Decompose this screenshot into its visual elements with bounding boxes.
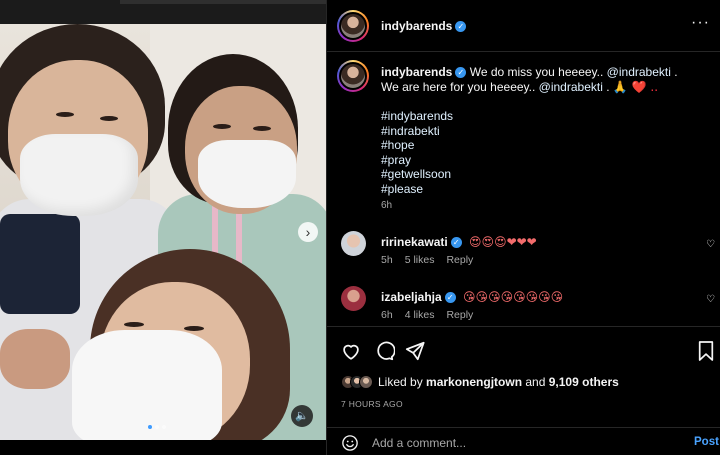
post-comment-button[interactable]: Post bbox=[694, 436, 719, 448]
comment-text: ririnekawati ✓ 😍😍😍❤❤❤ bbox=[381, 235, 537, 249]
post-side-panel: indybarends ✓ ··· indybarends ✓ We do miss… bbox=[326, 0, 720, 455]
share-send-icon[interactable] bbox=[404, 340, 426, 362]
author-avatar[interactable] bbox=[337, 10, 369, 42]
hashtag-link[interactable]: #indybarends bbox=[381, 109, 453, 124]
like-comment-heart-icon[interactable]: ♡ bbox=[706, 239, 715, 250]
author-username[interactable]: indybarends ✓ bbox=[381, 19, 467, 33]
next-slide-chevron-icon[interactable]: › bbox=[298, 222, 318, 242]
like-comment-heart-icon[interactable]: ♡ bbox=[706, 294, 715, 305]
commenter-avatar[interactable] bbox=[341, 286, 366, 311]
verified-badge-icon: ✓ bbox=[450, 237, 462, 248]
comment-time: 5h bbox=[381, 254, 393, 266]
post-caption: indybarends ✓ We do miss you heeeey.. @in… bbox=[381, 65, 678, 94]
liker-avatar[interactable] bbox=[359, 375, 373, 389]
hashtag-link[interactable]: #pray bbox=[381, 153, 453, 168]
comment-input[interactable] bbox=[372, 434, 672, 452]
post-media: › 🔈 bbox=[0, 0, 326, 455]
carousel-dot bbox=[162, 425, 166, 429]
hashtag-link[interactable]: #hope bbox=[381, 138, 453, 153]
hashtag-link[interactable]: #indrabekti bbox=[381, 124, 453, 139]
comment-body: 😍😍😍❤❤❤ bbox=[469, 235, 537, 249]
post-timestamp: 7 HOURS AGO bbox=[341, 399, 403, 409]
save-bookmark-icon[interactable] bbox=[697, 340, 715, 362]
reply-button[interactable]: Reply bbox=[446, 254, 473, 266]
comment-meta: 5h 5 likes Reply bbox=[381, 254, 473, 266]
caption-emoji: 🙏 ❤️ .. bbox=[612, 79, 659, 94]
previous-post-strip bbox=[0, 0, 326, 24]
caption-text-1: We do miss you heeeey.. bbox=[469, 65, 607, 79]
verified-badge-icon: ✓ bbox=[455, 21, 467, 32]
post-actions-section: Liked by markonengjtown and 9,109 others… bbox=[327, 326, 720, 455]
likes-summary: Liked by markonengjtown and 9,109 others bbox=[341, 375, 619, 389]
liker-username[interactable]: markonengjtown bbox=[426, 375, 522, 389]
caption-text-2: We are here for you heeeey.. bbox=[381, 79, 539, 94]
caption-timestamp: 6h bbox=[381, 200, 393, 211]
reply-button[interactable]: Reply bbox=[446, 309, 473, 321]
caption-username[interactable]: indybarends bbox=[381, 65, 452, 79]
comment-meta: 6h 4 likes Reply bbox=[381, 309, 473, 321]
post-photo[interactable] bbox=[0, 24, 326, 440]
comment-body: 😘😘😘😘😘😘😘😘 bbox=[463, 290, 564, 304]
comment-text: izabeljahja ✓ 😘😘😘😘😘😘😘😘 bbox=[381, 290, 563, 304]
caption-author-avatar[interactable] bbox=[337, 60, 369, 92]
carousel-dot bbox=[155, 425, 159, 429]
verified-badge-icon: ✓ bbox=[444, 292, 456, 303]
comment-likes[interactable]: 5 likes bbox=[405, 254, 435, 266]
commenter-username[interactable]: izabeljahja bbox=[381, 290, 442, 304]
mention-link[interactable]: @indrabekti bbox=[539, 80, 603, 94]
emoji-smiley-icon[interactable] bbox=[341, 434, 359, 452]
verified-badge-icon: ✓ bbox=[455, 67, 467, 78]
comment-likes[interactable]: 4 likes bbox=[405, 309, 435, 321]
likes-count-link[interactable]: 9,109 others bbox=[549, 375, 619, 389]
mute-audio-icon[interactable]: 🔈 bbox=[291, 405, 313, 427]
post-header: indybarends ✓ ··· bbox=[327, 0, 720, 52]
hashtag-link[interactable]: #getwellsoon bbox=[381, 167, 453, 182]
carousel-dots bbox=[148, 425, 166, 429]
comment-item: ririnekawati ✓ 😍😍😍❤❤❤ 5h 5 likes Reply ♡ bbox=[327, 231, 720, 286]
ellipsis-icon[interactable]: ··· bbox=[691, 14, 710, 32]
comment-time: 6h bbox=[381, 309, 393, 321]
hashtag-list: #indybarends #indrabekti #hope #pray #ge… bbox=[381, 109, 453, 197]
comment-bubble-icon[interactable] bbox=[373, 340, 395, 362]
commenter-username[interactable]: ririnekawati bbox=[381, 235, 448, 249]
like-heart-icon[interactable] bbox=[340, 340, 362, 362]
mention-link[interactable]: @indrabekti bbox=[607, 65, 671, 79]
add-comment-bar: Post bbox=[327, 427, 720, 455]
carousel-dot-active bbox=[148, 425, 152, 429]
hashtag-link[interactable]: #please bbox=[381, 182, 453, 197]
commenter-avatar[interactable] bbox=[341, 231, 366, 256]
